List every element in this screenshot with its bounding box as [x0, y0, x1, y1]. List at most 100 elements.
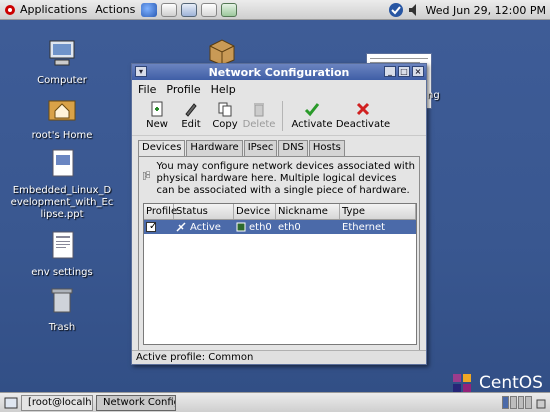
applications-menu[interactable]: Applications — [0, 0, 91, 19]
desktop-icon-env-settings[interactable]: env settings — [7, 230, 117, 279]
redhat-icon — [5, 4, 15, 15]
profile-cell: ✓ — [144, 220, 174, 234]
profile-checkbox[interactable]: ✓ — [146, 222, 157, 232]
trash-icon — [51, 288, 73, 313]
edit-button[interactable]: Edit — [174, 98, 208, 130]
desktop-icon-label: Computer — [37, 75, 87, 86]
new-icon — [151, 101, 163, 117]
update-notifier-icon[interactable] — [388, 2, 404, 18]
edit-label: Edit — [181, 119, 201, 130]
column-header-nickname[interactable]: Nickname — [276, 204, 340, 219]
taskbar-item-terminal[interactable]: [root@localhost — [21, 394, 93, 411]
partial-desktop-label: ng — [427, 90, 440, 101]
volume-icon[interactable] — [407, 2, 423, 18]
deactivate-label: Deactivate — [335, 119, 391, 130]
applications-label: Applications — [20, 3, 88, 16]
toolbar: New Edit Copy Delete Activate Deactivate — [132, 98, 426, 136]
writer-icon[interactable] — [181, 2, 198, 17]
package-icon[interactable] — [206, 38, 238, 66]
network-configuration-window: ▾ Network Configuration _ □ × File Profi… — [131, 63, 427, 365]
menu-file[interactable]: File — [138, 83, 156, 96]
presentation-file-icon — [52, 149, 74, 177]
status-cell: Active — [174, 220, 234, 234]
desktop-icon-label: root's Home — [31, 130, 93, 141]
workspace-3[interactable] — [517, 396, 525, 409]
email-icon[interactable] — [161, 2, 178, 17]
actions-label: Actions — [95, 3, 136, 16]
workspace-switcher[interactable] — [502, 396, 532, 409]
tab-dns[interactable]: DNS — [278, 140, 308, 156]
desktop-icon-home[interactable]: root's Home — [7, 93, 117, 142]
activate-label: Activate — [291, 119, 333, 130]
workspace-1[interactable] — [502, 396, 509, 409]
desktop-icon-label: env settings — [31, 267, 93, 278]
new-button[interactable]: New — [140, 98, 174, 130]
desktop-icon-computer[interactable]: Computer — [7, 38, 117, 87]
delete-button[interactable]: Delete — [242, 98, 276, 130]
info-box: You may configure network devices associ… — [143, 161, 415, 197]
maximize-button[interactable]: □ — [398, 66, 410, 77]
window-titlebar[interactable]: ▾ Network Configuration _ □ × — [132, 64, 426, 80]
device-value: eth0 — [249, 221, 272, 233]
active-status-icon — [176, 222, 186, 232]
toolbar-separator — [282, 101, 283, 131]
column-header-type[interactable]: Type — [340, 204, 416, 219]
impress-icon[interactable] — [201, 2, 218, 17]
actions-menu[interactable]: Actions — [91, 0, 139, 19]
status-value: Active — [190, 221, 221, 233]
table-row[interactable]: ✓ Active eth0 eth0 Ethernet — [144, 220, 416, 234]
type-cell: Ethernet — [342, 221, 386, 233]
workspace-4[interactable] — [525, 396, 532, 409]
checkmark-icon — [304, 103, 320, 117]
calc-icon[interactable] — [221, 2, 238, 17]
window-title: Network Configuration — [208, 65, 350, 79]
desktop-icon-trash[interactable]: Trash — [7, 285, 117, 334]
edit-icon — [185, 103, 197, 117]
close-button[interactable]: × — [412, 66, 424, 77]
minimize-button[interactable]: _ — [384, 66, 396, 77]
column-header-status[interactable]: Status — [174, 204, 234, 219]
copy-icon — [218, 102, 232, 117]
centos-label: CentOS — [479, 373, 543, 393]
home-folder-icon — [48, 100, 76, 121]
taskbar-item-label: [root@localhost — [28, 397, 92, 408]
tab-bar: Devices Hardware IPsec DNS Hosts — [138, 140, 346, 157]
menubar: File Profile Help — [132, 80, 426, 98]
desktop-icon-ppt[interactable]: Embedded_Linux_Development_with_Eclipse.… — [7, 148, 117, 221]
top-panel: Applications Actions Wed Jun 29, 12:00 P… — [0, 0, 550, 20]
web-browser-icon[interactable] — [141, 2, 158, 17]
tab-devices[interactable]: Devices — [138, 140, 186, 157]
ethernet-card-icon — [236, 222, 246, 232]
x-icon — [356, 102, 370, 116]
menu-profile[interactable]: Profile — [166, 83, 200, 96]
deactivate-button[interactable]: Deactivate — [335, 98, 391, 130]
column-header-profile[interactable]: Profile — [144, 204, 177, 219]
device-cell: eth0 — [234, 220, 276, 234]
tab-hosts[interactable]: Hosts — [308, 140, 345, 156]
clock[interactable]: Wed Jun 29, 12:00 PM — [388, 0, 546, 20]
show-desktop-icon[interactable] — [4, 396, 18, 410]
devices-panel: You may configure network devices associ… — [138, 156, 420, 351]
desktop-icon-label: Embedded_Linux_Development_with_Eclipse.… — [10, 185, 114, 220]
taskbar-item-network-config[interactable]: Network Config — [96, 394, 176, 411]
tab-hardware[interactable]: Hardware — [186, 140, 243, 156]
devices-table: Profile Status Device Nickname Type ✓ Ac… — [143, 203, 417, 345]
clock-label: Wed Jun 29, 12:00 PM — [425, 3, 546, 17]
activate-button[interactable]: Activate — [289, 98, 335, 130]
tab-ipsec[interactable]: IPsec — [243, 140, 278, 156]
menu-help[interactable]: Help — [211, 83, 236, 96]
workspace-2[interactable] — [509, 396, 517, 409]
copy-button[interactable]: Copy — [208, 98, 242, 130]
nickname-cell: eth0 — [278, 221, 301, 233]
trash-applet-icon[interactable] — [535, 397, 547, 409]
status-bar: Active profile: Common — [132, 350, 426, 364]
window-menu-icon[interactable]: ▾ — [135, 66, 147, 77]
network-hardware-icon — [143, 171, 150, 180]
copy-label: Copy — [212, 119, 238, 130]
table-header: Profile Status Device Nickname Type — [144, 204, 416, 220]
column-header-device[interactable]: Device — [234, 204, 276, 219]
text-file-icon — [52, 231, 74, 259]
taskbar-item-label: Network Config — [103, 397, 176, 408]
new-label: New — [146, 119, 168, 130]
delete-label: Delete — [242, 119, 276, 130]
